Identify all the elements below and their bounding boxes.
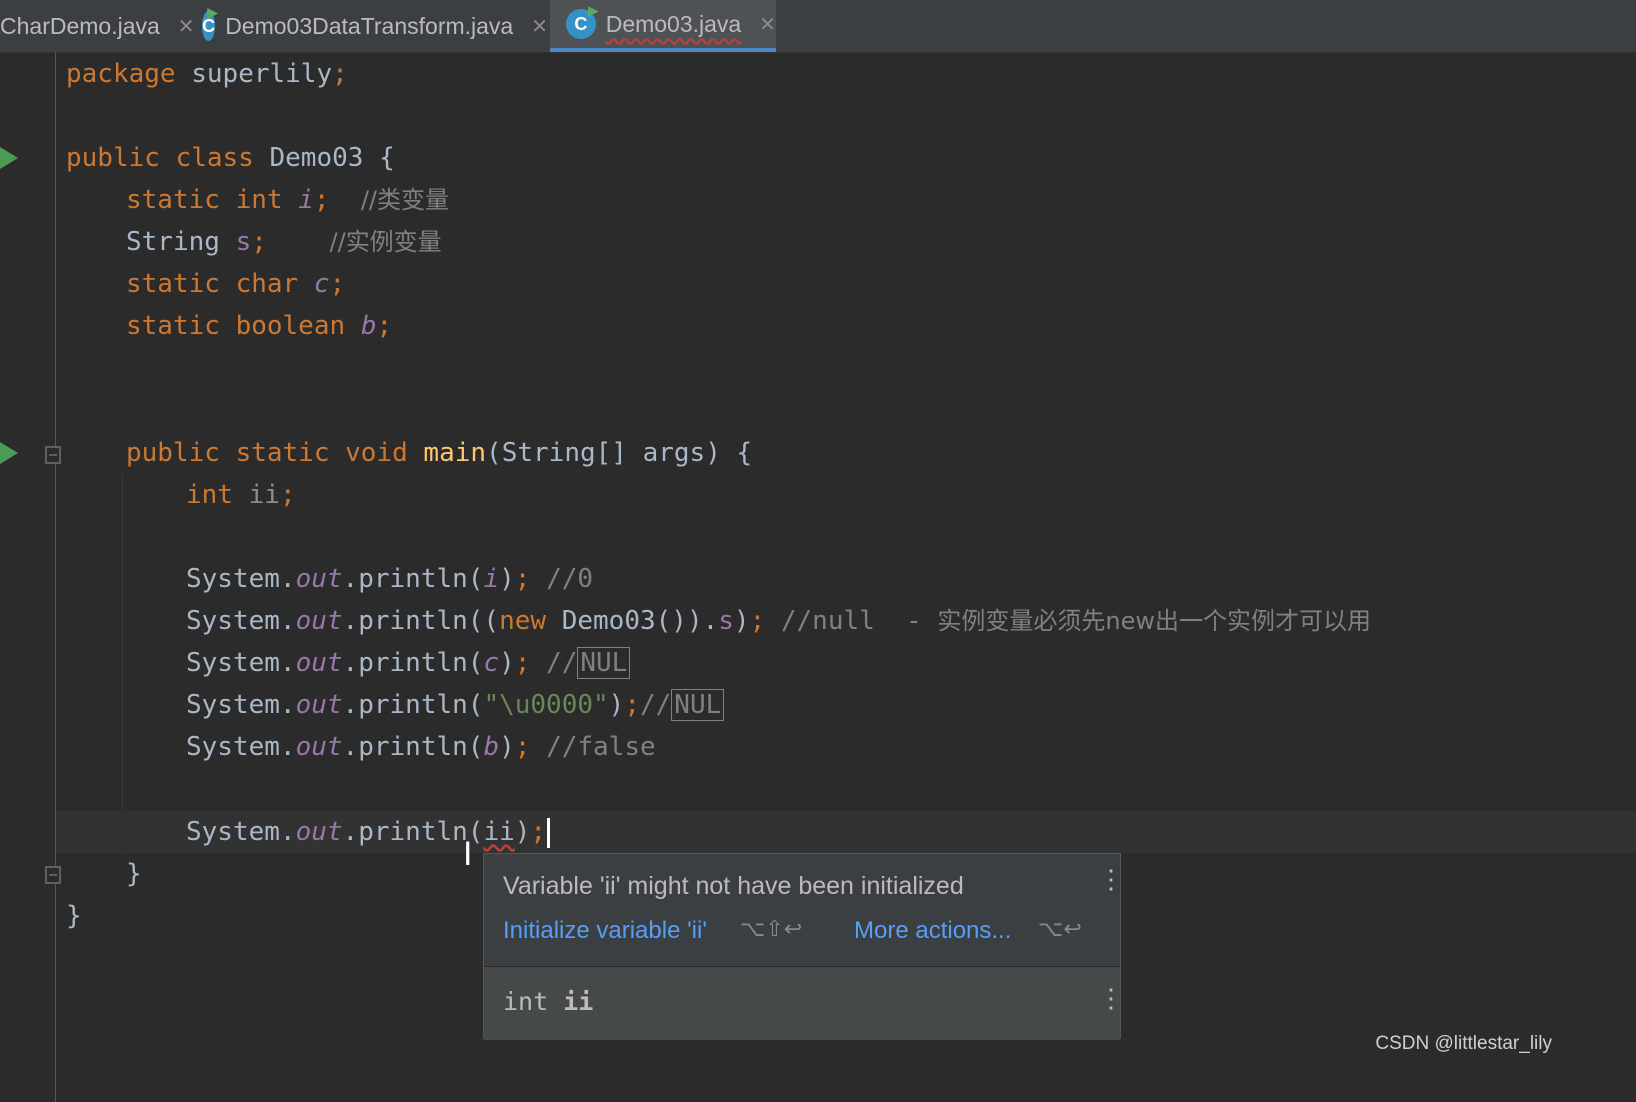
code-line: int ii; [186, 480, 296, 510]
error-message: Variable 'ii' might not have been initia… [503, 872, 964, 900]
code-line: System.out.println("\u0000");//NUL [186, 684, 725, 726]
more-options-icon[interactable]: ⋮ [1098, 985, 1124, 1011]
editor-tab-bar: CharDemo.java ✕ C Demo03DataTransform.ja… [0, 0, 1636, 53]
declaration-preview: int ii ⋮ [484, 967, 1124, 1040]
error-token: ii [483, 817, 515, 847]
code-line: static boolean b; [126, 311, 393, 341]
shortcut-hint: ⌥⇧↩ [740, 917, 803, 942]
close-icon[interactable]: ✕ [178, 14, 195, 39]
shortcut-hint: ⌥↩ [1038, 917, 1082, 942]
close-icon[interactable]: ✕ [759, 12, 776, 37]
more-actions-link[interactable]: More actions... [854, 917, 1011, 945]
tab-demo03[interactable]: C Demo03.java ✕ [550, 0, 776, 52]
close-icon[interactable]: ✕ [531, 14, 548, 39]
fold-icon[interactable] [45, 446, 61, 464]
run-main-icon[interactable] [0, 442, 18, 464]
run-class-icon[interactable] [0, 147, 18, 169]
error-popup: Variable 'ii' might not have been initia… [483, 853, 1124, 1040]
code-line: static char c; [126, 269, 346, 299]
tab-label: Demo03.java [605, 10, 742, 37]
code-line: System.out.println((new Demo03()).s); //… [186, 606, 1372, 636]
more-options-icon[interactable]: ⋮ [1098, 866, 1124, 892]
code-line: System.out.println(b); //false [186, 732, 656, 762]
java-class-icon: C [202, 11, 216, 41]
text-caret [547, 817, 551, 848]
tab-label: CharDemo.java [0, 12, 160, 39]
tab-label: Demo03DataTransform.java [225, 12, 514, 39]
tab-demo03datatransform[interactable]: C Demo03DataTransform.java ✕ [202, 0, 548, 52]
code-line: public static void main(String[] args) { [126, 438, 753, 468]
code-line: static int i; //类变量 [126, 185, 449, 215]
code-line: } [126, 859, 142, 889]
code-line: System.out.println(i); //0 [186, 564, 594, 594]
fold-icon[interactable] [45, 866, 61, 884]
code-line: public class Demo03 { [66, 143, 395, 173]
java-class-icon: C [566, 9, 596, 39]
code-line: String s; //实例变量 [126, 227, 442, 257]
code-line: } [66, 901, 82, 931]
watermark: CSDN @littlestar_lily [1375, 1033, 1552, 1054]
code-line: package superlily; [66, 59, 348, 89]
indent-guide [122, 475, 123, 855]
tab-chardemo[interactable]: CharDemo.java ✕ [0, 0, 195, 52]
code-line: System.out.println(c); //NUL [186, 642, 631, 684]
text-cursor-icon: I [463, 835, 473, 873]
initialize-variable-link[interactable]: Initialize variable 'ii' [503, 917, 707, 945]
declaration-signature: int ii [503, 987, 594, 1016]
gutter-divider [55, 52, 56, 1102]
code-line-current: System.out.println(ii); [186, 811, 551, 853]
